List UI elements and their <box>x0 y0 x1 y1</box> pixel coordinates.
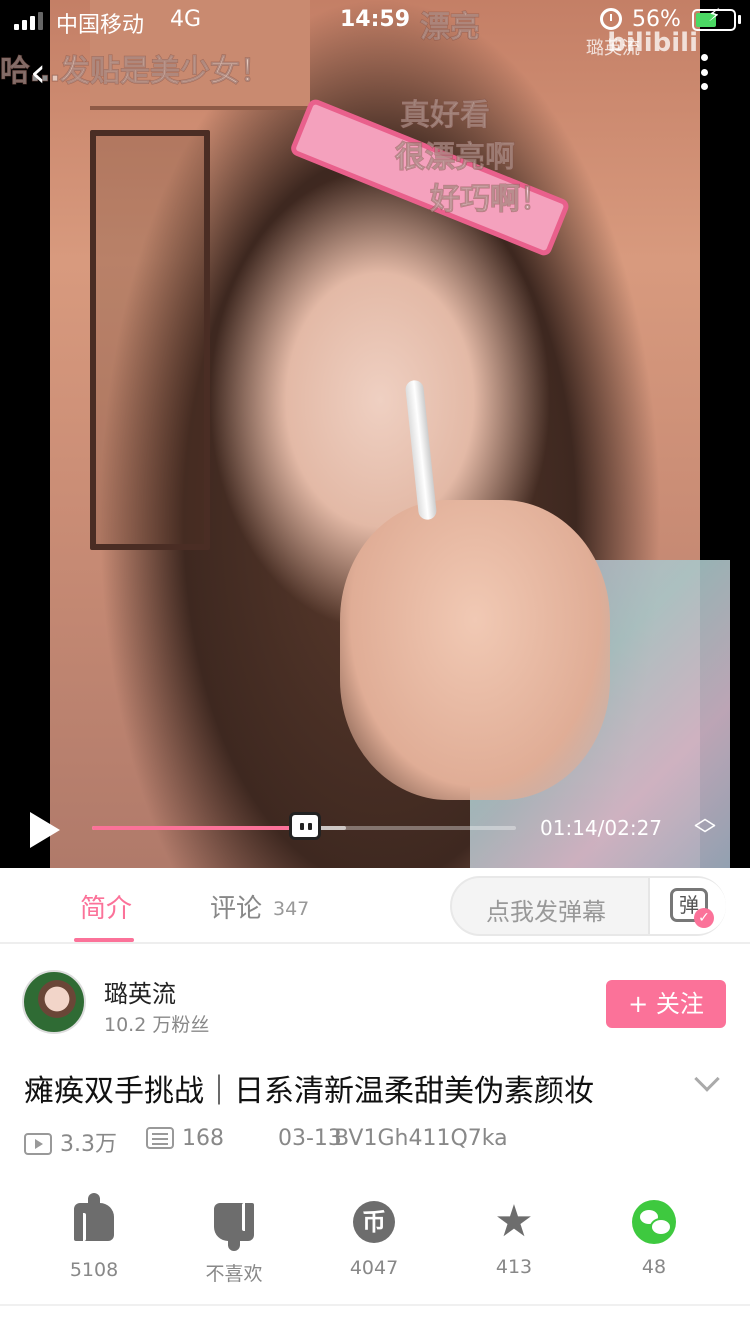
danmaku-stat: 168 <box>146 1126 224 1151</box>
alarm-icon <box>600 8 622 30</box>
charging-icon: ⚡ <box>708 5 721 26</box>
fullscreen-icon[interactable]: ︿ ﹀ <box>690 808 720 848</box>
carrier-name: 中国移动 <box>56 13 145 38</box>
danmaku-comment: 好巧啊！ <box>430 182 551 218</box>
tab-comments[interactable]: 评论 <box>210 888 262 925</box>
coin-glyph: 币 <box>353 1201 395 1243</box>
tab-intro[interactable]: 简介 <box>80 888 132 925</box>
tab-active-indicator <box>74 938 134 942</box>
wechat-icon <box>632 1200 676 1244</box>
danmaku-count: 168 <box>182 1126 224 1151</box>
like-button[interactable]: 5108 <box>34 1193 154 1281</box>
coin-button[interactable]: 币 4047 <box>314 1200 434 1279</box>
share-count: 48 <box>641 1256 667 1278</box>
more-options-icon[interactable] <box>698 54 710 90</box>
video-subject-hands <box>340 500 610 800</box>
network-type: 4G <box>170 7 202 32</box>
expand-chevron-icon[interactable] <box>694 1066 720 1092</box>
star-icon: ★ <box>494 1196 534 1247</box>
signal-icon <box>14 10 43 30</box>
battery-percent: 56% <box>632 7 681 32</box>
play-button[interactable] <box>30 812 60 848</box>
battery-cap <box>738 15 741 24</box>
views-stat: 3.3万 <box>24 1126 117 1158</box>
check-icon: ✓ <box>694 908 714 928</box>
share-button[interactable]: 48 <box>594 1200 714 1278</box>
video-bvid: BV1Gh411Q7ka <box>334 1126 508 1151</box>
follow-button[interactable]: + 关注 <box>606 980 726 1028</box>
video-player[interactable]: 哈…发贴是美少女！ 真好看 很漂亮啊 好巧啊！ 漂亮 璐英流 bilibili … <box>0 0 750 868</box>
back-icon[interactable]: ‹ <box>30 50 46 96</box>
comments-count: 347 <box>273 898 310 920</box>
danmaku-count-icon <box>146 1127 174 1149</box>
video-frame[interactable] <box>50 0 730 868</box>
time-display: 01:14/02:27 <box>540 816 663 840</box>
dislike-button[interactable]: 不喜欢 <box>174 1200 294 1286</box>
like-count: 5108 <box>69 1259 119 1281</box>
favorite-count: 413 <box>495 1256 533 1278</box>
favorite-button[interactable]: ★ 413 <box>454 1196 574 1279</box>
dislike-label: 不喜欢 <box>205 1263 263 1285</box>
divider <box>0 1304 750 1306</box>
status-bar: 中国移动 4G 14:59 56% ⚡ <box>0 0 750 40</box>
video-title: 瘫痪双手挑战｜日系清新温柔甜美伪素颜妆 <box>24 1074 594 1109</box>
progress-thumb-tv-icon[interactable] <box>289 812 322 840</box>
action-bar: 5108 不喜欢 币 4047 ★ 413 48 <box>0 1193 750 1300</box>
video-subject-brush <box>404 379 438 521</box>
danmaku-toggle-button[interactable]: 弹 ✓ <box>648 878 726 934</box>
uploader-name[interactable]: 璐英流 <box>104 974 176 1009</box>
upload-date: 03-13 <box>278 1126 342 1151</box>
coin-icon: 币 <box>352 1201 396 1245</box>
thumbs-up-icon <box>72 1193 116 1247</box>
uploader-fans: 10.2 万粉丝 <box>104 1014 210 1036</box>
status-time: 14:59 <box>340 7 411 32</box>
played-bar <box>92 826 306 830</box>
danmaku-comment: 真好看 <box>400 98 491 134</box>
thumbs-down-icon <box>212 1203 256 1247</box>
views-count: 3.3万 <box>60 1132 117 1157</box>
views-icon <box>24 1133 52 1155</box>
uploader-avatar[interactable] <box>22 970 86 1034</box>
coin-count: 4047 <box>349 1257 399 1279</box>
danmaku-input[interactable]: 点我发弹幕 弹 ✓ <box>450 876 726 936</box>
danmaku-comment: 很漂亮啊 <box>395 140 516 176</box>
video-background-door <box>90 130 210 550</box>
danmaku-placeholder: 点我发弹幕 <box>486 898 606 926</box>
